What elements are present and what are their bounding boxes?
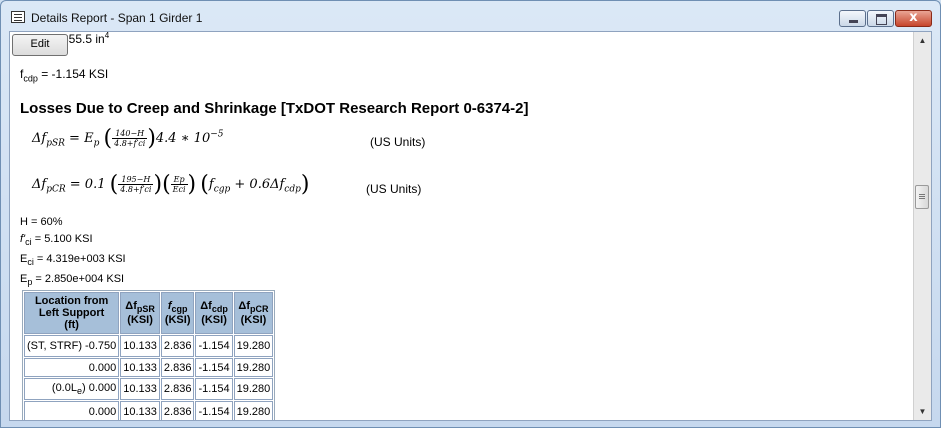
scroll-thumb[interactable] xyxy=(915,185,929,209)
parameter-list: H = 60% f'ci = 5.100 KSI Eci = 4.319e+00… xyxy=(20,214,126,292)
table-row: 0.000 10.133 2.836 -1.154 19.280 xyxy=(24,401,274,420)
losses-table: Location from Left Support (ft) ΔfpSR (KSI)… xyxy=(22,290,276,420)
col-dfpcr: ΔfpCR (KSI) xyxy=(233,292,274,334)
cell-dfcdp: -1.154 xyxy=(195,401,233,420)
fcdp-value: fcdp = -1.154 KSI xyxy=(20,67,109,84)
col-dfcdp: Δfcdp (KSI) xyxy=(195,292,233,334)
maximize-button[interactable] xyxy=(867,10,894,27)
cell-dfpsr: 10.133 xyxy=(120,335,160,357)
vertical-scrollbar[interactable]: ▲ ▼ xyxy=(913,32,931,420)
creep-loss-equation: ΔfpCR = 0.1 (195−H 4.8+f′ci)(Ep Eci) (fcgp… xyxy=(32,172,310,197)
cell-dfpcr: 19.280 xyxy=(233,335,274,357)
details-report-window: Details Report - Span 1 Girder 1 x Edit … xyxy=(0,0,941,428)
cell-location: 0.000 xyxy=(24,358,120,377)
units-label: (US Units) xyxy=(370,135,426,149)
cell-fcgp: 2.836 xyxy=(160,401,195,420)
cut-off-value: 355.5 in4 xyxy=(62,31,110,46)
cell-dfpsr: 10.133 xyxy=(120,401,160,420)
report-view[interactable]: Edit 355.5 in4 fcdp = -1.154 KSI Losses … xyxy=(9,31,932,421)
cell-dfpsr: 10.133 xyxy=(120,378,160,400)
cell-dfpsr: 10.133 xyxy=(120,358,160,377)
section-title: Losses Due to Creep and Shrinkage [TxDOT… xyxy=(20,100,529,117)
cell-location: (ST, STRF) -0.750 xyxy=(24,335,120,357)
col-fcgp: fcgp (KSI) xyxy=(160,292,195,334)
cell-dfpcr: 19.280 xyxy=(233,378,274,400)
window-title: Details Report - Span 1 Girder 1 xyxy=(31,11,203,25)
table-row: (ST, STRF) -0.750 10.133 2.836 -1.154 19… xyxy=(24,335,274,357)
units-label: (US Units) xyxy=(366,182,422,196)
table-row: 0.000 10.133 2.836 -1.154 19.280 xyxy=(24,358,274,377)
col-dfpsr: ΔfpSR (KSI) xyxy=(120,292,160,334)
scroll-up-arrow-icon[interactable]: ▲ xyxy=(914,32,931,49)
cell-fcgp: 2.836 xyxy=(160,358,195,377)
param-fci: f'ci = 5.100 KSI xyxy=(20,233,93,248)
title-bar[interactable]: Details Report - Span 1 Girder 1 x xyxy=(1,1,940,31)
report-window-icon xyxy=(11,11,25,23)
col-location: Location from Left Support (ft) xyxy=(24,292,120,334)
cell-location: (0.0Le) 0.000 xyxy=(24,378,120,400)
shrinkage-loss-equation: ΔfpSR = Ep (140−H 4.8+f′ci)4.4 ∗ 10−5 xyxy=(32,126,224,151)
cell-dfpcr: 19.280 xyxy=(233,401,274,420)
close-icon: x xyxy=(909,10,918,25)
param-eci: Eci = 4.319e+003 KSI xyxy=(20,253,126,268)
cell-fcgp: 2.836 xyxy=(160,335,195,357)
cell-location: 0.000 xyxy=(24,401,120,420)
table-row: (0.0Le) 0.000 10.133 2.836 -1.154 19.280 xyxy=(24,378,274,400)
edit-button[interactable]: Edit xyxy=(12,34,68,56)
cell-fcgp: 2.836 xyxy=(160,378,195,400)
minimize-button[interactable] xyxy=(839,10,866,27)
scroll-down-arrow-icon[interactable]: ▼ xyxy=(914,403,931,420)
cell-dfcdp: -1.154 xyxy=(195,358,233,377)
cell-dfcdp: -1.154 xyxy=(195,335,233,357)
cell-dfcdp: -1.154 xyxy=(195,378,233,400)
param-h: H = 60% xyxy=(20,216,63,228)
table-header-row: Location from Left Support (ft) ΔfpSR (KSI)… xyxy=(24,292,274,334)
close-button[interactable]: x xyxy=(895,10,932,27)
cell-dfpcr: 19.280 xyxy=(233,358,274,377)
param-ep: Ep = 2.850e+004 KSI xyxy=(20,273,125,288)
